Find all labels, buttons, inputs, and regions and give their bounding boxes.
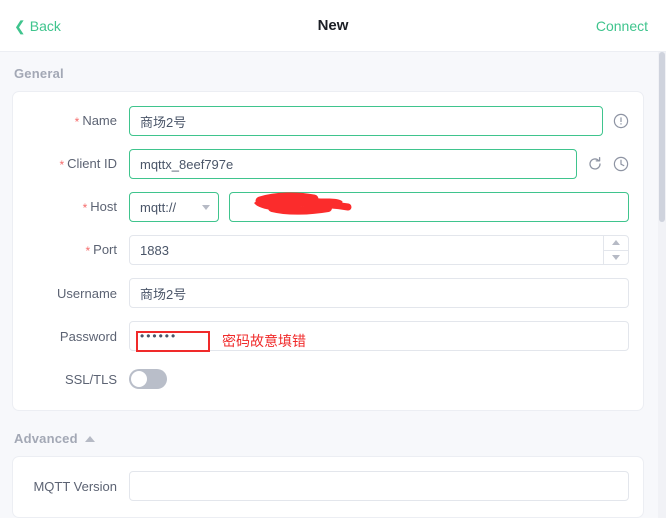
username-label: Username	[57, 285, 117, 301]
host-label: * Host	[82, 199, 117, 215]
ssl-tls-toggle[interactable]	[129, 369, 167, 389]
required-marker: *	[74, 115, 80, 129]
general-card: * Name 商场2号 * Client ID mqttx_8eef797e *…	[12, 91, 644, 411]
password-masked-value: ••••••	[140, 329, 178, 343]
refresh-icon[interactable]	[587, 156, 603, 172]
username-input[interactable]: 商场2号	[129, 278, 629, 308]
port-stepper-down[interactable]	[604, 251, 628, 266]
settings-scroll-area: General * Name 商场2号 * Client ID mqttx_8e…	[0, 52, 666, 518]
row-host: * Host mqtt://	[13, 192, 643, 222]
page-title: New	[317, 17, 349, 34]
advanced-section-header[interactable]: Advanced	[0, 411, 656, 456]
port-value: 1883	[140, 242, 169, 258]
required-marker: *	[82, 201, 88, 215]
advanced-card: MQTT Version	[12, 456, 644, 518]
advanced-section-title: Advanced	[14, 431, 78, 446]
row-advanced-first: MQTT Version	[13, 471, 643, 501]
required-marker: *	[85, 244, 91, 258]
name-label: * Name	[74, 113, 117, 129]
host-address-input[interactable]	[229, 192, 629, 222]
name-actions	[613, 113, 629, 129]
row-username: Username 商场2号	[13, 278, 643, 308]
advanced-first-input[interactable]	[129, 471, 629, 501]
port-stepper-up[interactable]	[604, 235, 628, 251]
ssl-tls-label: SSL/TLS	[64, 371, 117, 387]
top-bar: ❮ Back New Connect	[0, 0, 666, 52]
scrollbar-thumb[interactable]	[659, 52, 665, 222]
scrollbar-track[interactable]	[658, 52, 666, 518]
password-input[interactable]: •••••• 密码故意填错	[129, 321, 629, 352]
chevron-up-icon	[612, 239, 620, 245]
client-id-label: * Client ID	[59, 156, 117, 172]
chevron-down-icon	[612, 255, 620, 261]
password-wrap: •••••• 密码故意填错	[136, 329, 618, 352]
ssl-tls-toggle-knob	[131, 371, 147, 387]
client-id-value: mqttx_8eef797e	[140, 156, 234, 172]
host-redaction-scribble	[254, 192, 352, 215]
advanced-first-label: MQTT Version	[33, 478, 117, 494]
row-ssl-tls: SSL/TLS	[13, 364, 643, 394]
chevron-down-icon	[202, 204, 210, 210]
host-protocol-value: mqtt://	[140, 199, 177, 215]
port-label: * Port	[85, 242, 117, 258]
username-value: 商场2号	[140, 286, 187, 302]
required-marker: *	[59, 158, 65, 172]
client-id-actions	[587, 156, 629, 172]
row-port: * Port 1883	[13, 235, 643, 265]
general-section-title: General	[14, 66, 64, 81]
clock-icon[interactable]	[613, 156, 629, 172]
info-circle-icon[interactable]	[613, 113, 629, 129]
connect-button[interactable]: Connect	[596, 18, 648, 34]
client-id-input[interactable]: mqttx_8eef797e	[129, 149, 577, 179]
name-input[interactable]: 商场2号	[129, 106, 603, 136]
password-annotation-text: 密码故意填错	[222, 333, 306, 349]
port-stepper	[603, 235, 628, 265]
password-label: Password	[59, 328, 117, 344]
name-value: 商场2号	[140, 114, 187, 130]
caret-up-icon	[84, 435, 95, 442]
row-password: Password •••••• 密码故意填错	[13, 321, 643, 352]
host-protocol-select[interactable]: mqtt://	[129, 192, 219, 222]
row-name: * Name 商场2号	[13, 106, 643, 136]
port-input[interactable]: 1883	[129, 235, 629, 265]
row-client-id: * Client ID mqttx_8eef797e	[13, 149, 643, 179]
